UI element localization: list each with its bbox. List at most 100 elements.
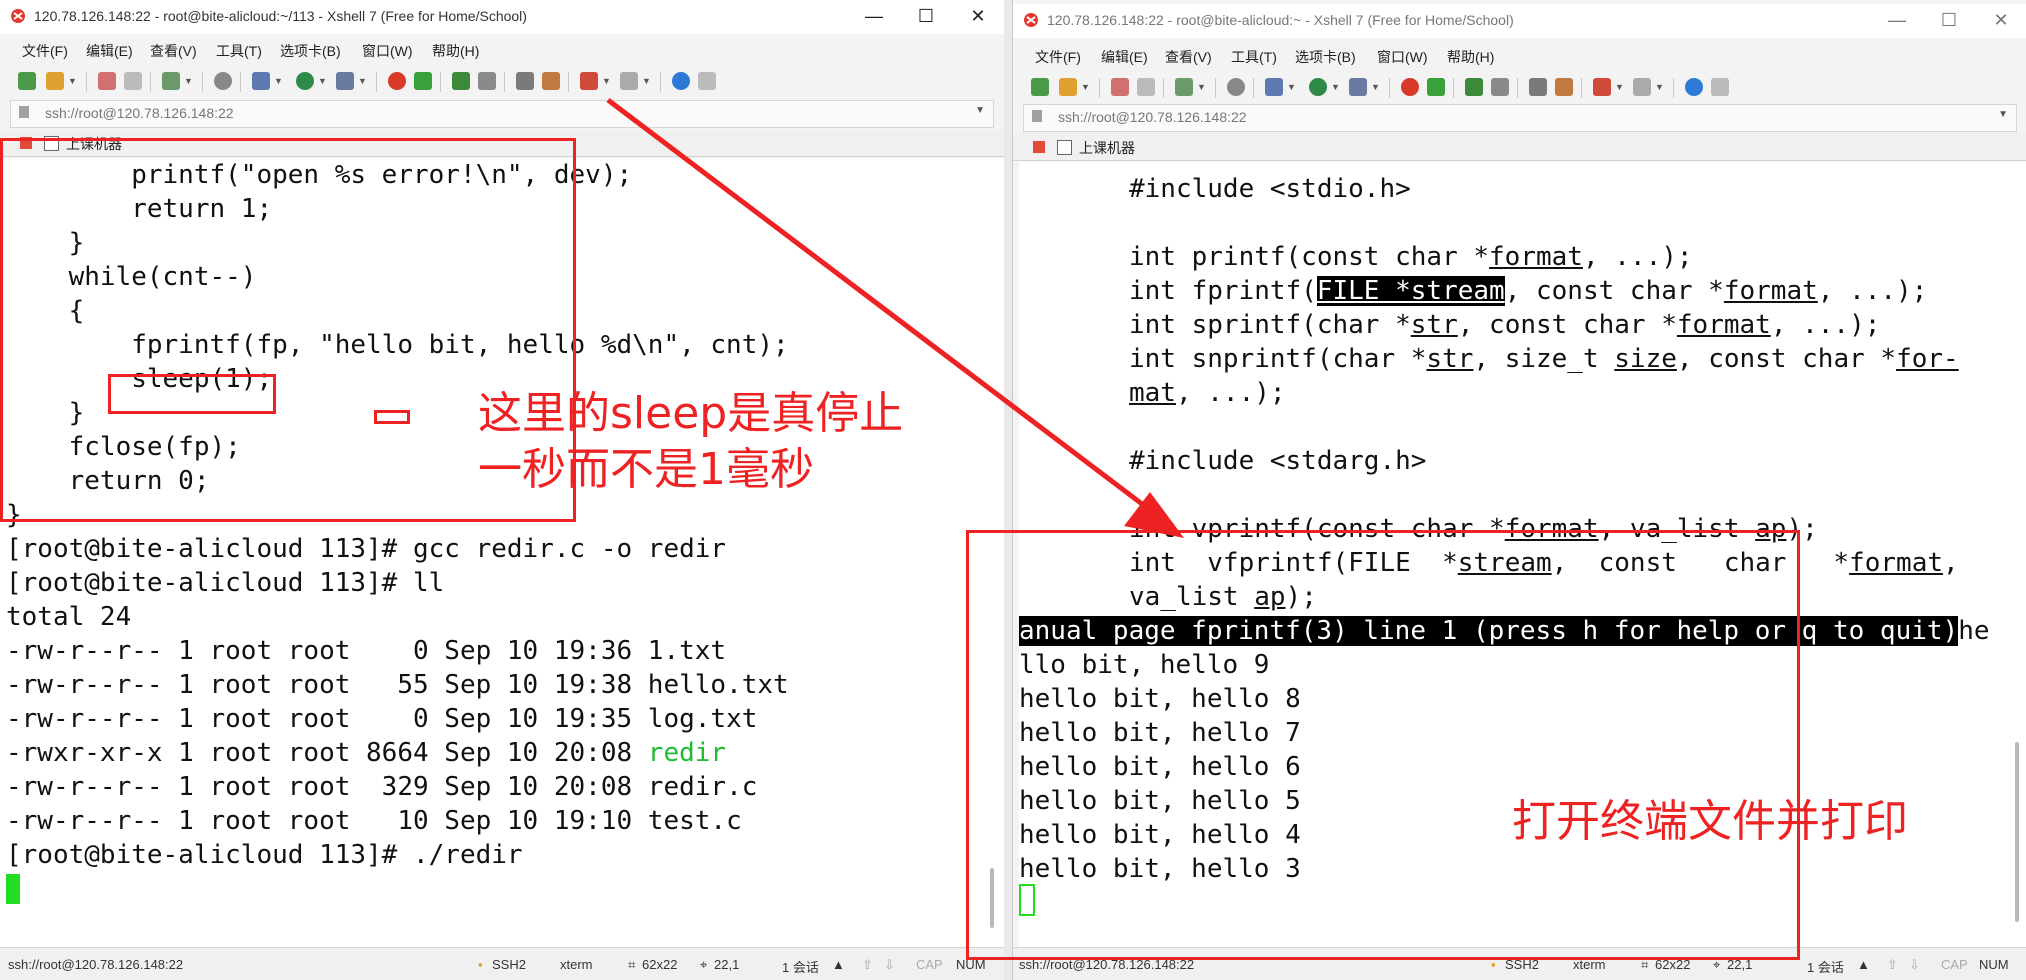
globe-icon[interactable] xyxy=(296,72,314,90)
status-sessions[interactable]: 1 会话 xyxy=(782,957,819,976)
open-folder-icon[interactable] xyxy=(46,72,64,90)
menu-help[interactable]: 帮助(H) xyxy=(432,41,479,61)
help-icon[interactable] xyxy=(1685,78,1703,96)
chevron-down-icon[interactable]: ▼ xyxy=(1615,82,1624,92)
menu-file[interactable]: 文件(F) xyxy=(22,41,68,61)
chevron-down-icon[interactable]: ▼ xyxy=(1371,82,1380,92)
arrow-down-icon[interactable]: ⇩ xyxy=(884,957,895,973)
arrow-down-icon[interactable]: ⇩ xyxy=(1909,957,1920,973)
lock-icon[interactable] xyxy=(478,72,496,90)
xftp-icon[interactable] xyxy=(414,72,432,90)
chevron-down-icon[interactable]: ▼ xyxy=(318,76,327,86)
chevron-down-icon[interactable]: ▼ xyxy=(358,76,367,86)
search-icon[interactable] xyxy=(1227,78,1245,96)
new-session-icon[interactable] xyxy=(18,72,36,90)
layout-icon[interactable] xyxy=(252,72,270,90)
link-icon[interactable] xyxy=(1111,78,1129,96)
chevron-down-icon[interactable]: ▼ xyxy=(1197,82,1206,92)
xshell-icon[interactable] xyxy=(1401,78,1419,96)
window-layout-icon[interactable] xyxy=(1633,78,1651,96)
title-bar[interactable]: 120.78.126.148:22 - root@bite-alicloud:~… xyxy=(1013,4,2026,38)
chevron-down-icon[interactable]: ▼ xyxy=(1081,82,1090,92)
chevron-down-icon[interactable]: ▼ xyxy=(975,105,985,116)
search-icon[interactable] xyxy=(214,72,232,90)
status-size: 62x22 xyxy=(642,957,678,972)
close-button[interactable]: ✕ xyxy=(1975,4,2026,38)
font-icon[interactable] xyxy=(336,72,354,90)
globe-icon[interactable] xyxy=(1309,78,1327,96)
ls-filename: hello.txt xyxy=(647,670,789,700)
arrow-up-icon[interactable]: ⇧ xyxy=(1887,957,1898,973)
chat-icon[interactable] xyxy=(698,72,716,90)
fullscreen-icon[interactable] xyxy=(452,72,470,90)
caret-up-icon[interactable]: ▲ xyxy=(1857,957,1870,972)
chevron-down-icon[interactable]: ▼ xyxy=(642,76,651,86)
pen-icon[interactable] xyxy=(542,72,560,90)
lock-icon[interactable] xyxy=(1491,78,1509,96)
menu-view[interactable]: 查看(V) xyxy=(150,41,197,61)
status-bar: ssh://root@120.78.126.148:22 ▪ SSH2 xter… xyxy=(0,947,1004,980)
chevron-down-icon[interactable]: ▼ xyxy=(274,76,283,86)
menu-view[interactable]: 查看(V) xyxy=(1165,47,1212,67)
lock-icon xyxy=(1032,110,1042,122)
menu-window[interactable]: 窗口(W) xyxy=(1377,47,1428,67)
ls-filename: log.txt xyxy=(647,704,758,734)
menu-window[interactable]: 窗口(W) xyxy=(362,41,413,61)
address-bar[interactable]: ssh://root@120.78.126.148:22 ▼ xyxy=(1023,104,2017,132)
ls-row: -rw-r--r-- 1 root root 55 Sep 10 19:38 h… xyxy=(6,670,789,700)
xshell-icon[interactable] xyxy=(388,72,406,90)
chevron-down-icon[interactable]: ▼ xyxy=(602,76,611,86)
title-bar[interactable]: 120.78.126.148:22 - root@bite-alicloud:~… xyxy=(0,0,1004,34)
menu-tools[interactable]: 工具(T) xyxy=(1231,47,1277,67)
menu-tools[interactable]: 工具(T) xyxy=(216,41,262,61)
unlink-icon[interactable] xyxy=(1137,78,1155,96)
vertical-scrollbar[interactable] xyxy=(2015,742,2019,922)
properties-icon[interactable] xyxy=(162,72,180,90)
status-sessions[interactable]: 1 会话 xyxy=(1807,957,1844,976)
menu-tabs[interactable]: 选项卡(B) xyxy=(1295,47,1356,67)
keyboard-icon[interactable] xyxy=(516,72,534,90)
menu-tabs[interactable]: 选项卡(B) xyxy=(280,41,341,61)
menu-edit[interactable]: 编辑(E) xyxy=(1101,47,1148,67)
menu-help[interactable]: 帮助(H) xyxy=(1447,47,1494,67)
new-session-icon[interactable] xyxy=(1031,78,1049,96)
maximize-button[interactable]: ☐ xyxy=(1923,4,1975,38)
address-bar[interactable]: ssh://root@120.78.126.148:22 ▼ xyxy=(10,100,994,128)
chevron-down-icon[interactable]: ▼ xyxy=(1998,109,2008,120)
tunnel-icon[interactable] xyxy=(580,72,598,90)
chevron-down-icon[interactable]: ▼ xyxy=(1655,82,1664,92)
properties-icon[interactable] xyxy=(1175,78,1193,96)
chevron-down-icon[interactable]: ▼ xyxy=(1287,82,1296,92)
tab-session-icon[interactable] xyxy=(1057,140,1072,155)
chat-icon[interactable] xyxy=(1711,78,1729,96)
chevron-down-icon[interactable]: ▼ xyxy=(184,76,193,86)
window-layout-icon[interactable] xyxy=(620,72,638,90)
tab-session-label[interactable]: 上课机器 xyxy=(1079,138,1135,158)
bookmark-icon[interactable] xyxy=(1033,141,1045,153)
chevron-down-icon[interactable]: ▼ xyxy=(68,76,77,86)
menu-file[interactable]: 文件(F) xyxy=(1035,47,1081,67)
maximize-button[interactable]: ☐ xyxy=(900,0,952,34)
link-icon[interactable] xyxy=(98,72,116,90)
caret-up-icon[interactable]: ▲ xyxy=(832,957,845,972)
ls-row: -rw-r--r-- 1 root root 10 Sep 10 19:10 t… xyxy=(6,806,742,836)
fullscreen-icon[interactable] xyxy=(1465,78,1483,96)
ls-filename-executable: redir xyxy=(647,738,727,768)
xftp-icon[interactable] xyxy=(1427,78,1445,96)
pen-icon[interactable] xyxy=(1555,78,1573,96)
layout-icon[interactable] xyxy=(1265,78,1283,96)
minimize-button[interactable]: — xyxy=(1871,4,1923,38)
keyboard-icon[interactable] xyxy=(1529,78,1547,96)
menu-edit[interactable]: 编辑(E) xyxy=(86,41,133,61)
close-button[interactable]: ✕ xyxy=(952,0,1004,34)
arrow-up-icon[interactable]: ⇧ xyxy=(862,957,873,973)
font-icon[interactable] xyxy=(1349,78,1367,96)
unlink-icon[interactable] xyxy=(124,72,142,90)
minimize-button[interactable]: — xyxy=(848,0,900,34)
annotation-note-sleep-line2: 一秒而不是1毫秒 xyxy=(478,444,814,495)
help-icon[interactable] xyxy=(672,72,690,90)
chevron-down-icon[interactable]: ▼ xyxy=(1331,82,1340,92)
open-folder-icon[interactable] xyxy=(1059,78,1077,96)
man-line: int sprintf(char *str, const char *forma… xyxy=(1129,310,1881,340)
tunnel-icon[interactable] xyxy=(1593,78,1611,96)
